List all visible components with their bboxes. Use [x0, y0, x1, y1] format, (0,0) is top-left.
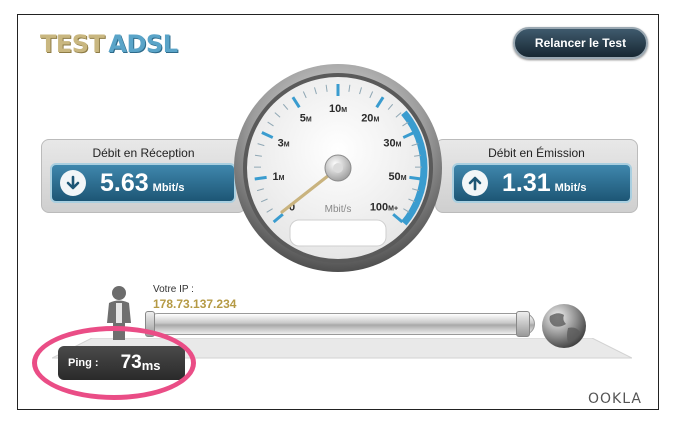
download-readout: 5.63 Mbit/s	[50, 163, 236, 203]
logo-part-adsl: ADSL	[108, 30, 178, 58]
download-title: Débit en Réception	[92, 146, 195, 160]
gauge-major-tick	[409, 175, 422, 181]
pipe-cap-right	[516, 311, 530, 337]
ookla-logo: OOKLA	[588, 391, 642, 407]
download-panel: Débit en Réception 5.63 Mbit/s	[41, 139, 246, 213]
gauge-major-tick	[254, 175, 267, 181]
gauge-digital-display	[289, 219, 387, 247]
upload-title: Débit en Émission	[488, 146, 585, 160]
globe-icon	[542, 304, 586, 348]
speed-gauge: 0 1M 3M 5M 10M 20M 30M 50M 100M+ Mbit/s	[232, 62, 444, 274]
upload-panel: Débit en Émission 1.31 Mbit/s	[435, 139, 638, 213]
upload-value: 1.31	[502, 168, 551, 197]
test-adsl-logo: TEST ADSL	[40, 30, 178, 58]
gauge-unit-label: Mbit/s	[325, 204, 352, 215]
logo-part-test: TEST	[40, 30, 105, 58]
upload-unit: Mbit/s	[554, 181, 587, 194]
upload-readout: 1.31 Mbit/s	[452, 163, 632, 203]
download-value: 5.63	[100, 168, 149, 197]
arrow-down-circle-icon	[60, 170, 86, 196]
connection-pipe	[147, 313, 535, 335]
arrow-up-circle-icon	[462, 170, 488, 196]
download-unit: Mbit/s	[152, 181, 185, 194]
your-ip-value: 178.73.137.234	[153, 297, 237, 311]
your-ip-label: Votre IP :	[153, 284, 194, 295]
relaunch-test-button[interactable]: Relancer le Test	[513, 27, 648, 59]
ping-highlight-circle	[32, 326, 196, 400]
